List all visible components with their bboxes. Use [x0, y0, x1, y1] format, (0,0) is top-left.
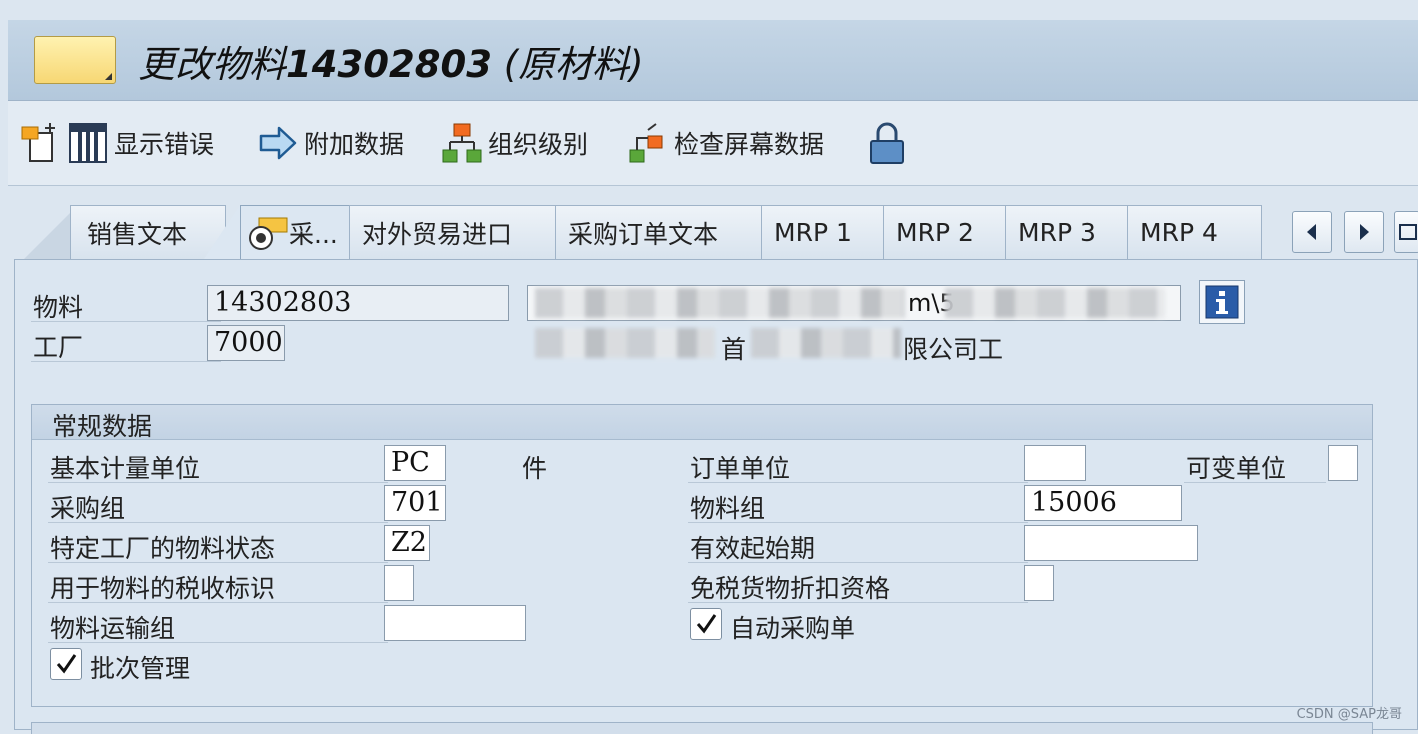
- plant-status-label: 特定工厂的物料状态: [50, 534, 276, 563]
- auto-po-checkbox[interactable]: [690, 608, 722, 640]
- material-label-line: [31, 321, 221, 322]
- main-area: 物料 14302803 工厂 7000 m\5 首 限公司工 常规数据 基本计量…: [14, 259, 1418, 734]
- base-uom-text: 件: [522, 454, 548, 483]
- new-document-icon: [21, 123, 55, 162]
- tab-list-icon: [1399, 224, 1417, 240]
- lock-button[interactable]: [868, 101, 912, 185]
- watermark: CSDN @SAP龙哥: [1296, 707, 1402, 722]
- plant-label: 工厂: [33, 333, 84, 362]
- lock-icon: [870, 122, 904, 164]
- redacted-description-2: [945, 288, 1165, 318]
- additional-data-label: 附加数据: [304, 130, 405, 159]
- valid-from-label: 有效起始期: [690, 534, 816, 563]
- freight-group-field[interactable]: [384, 605, 526, 641]
- tab-po-text[interactable]: 采购订单文本: [555, 205, 762, 259]
- tab-purchasing-label: 采...: [289, 219, 338, 249]
- tab-list-button[interactable]: [1394, 211, 1418, 253]
- general-data-group: 常规数据 基本计量单位 PC 件 订单单位 可变单位 采购组 701 物料组 1…: [31, 404, 1373, 707]
- org-levels-label: 组织级别: [488, 130, 589, 159]
- tab-scroll-left-button[interactable]: [1292, 211, 1332, 253]
- redacted-plant-desc: [535, 328, 715, 358]
- plant-field[interactable]: 7000: [207, 325, 285, 361]
- tab-purchasing[interactable]: 采...: [240, 205, 350, 259]
- application-toolbar: 显示错误 附加数据 组织级别 检查屏幕数据: [8, 101, 1418, 186]
- page-title: 更改物料14302803 (原材料): [138, 43, 644, 86]
- purchasing-group-label: 采购组: [50, 494, 126, 523]
- variable-unit-line: [1184, 482, 1326, 483]
- material-number-field[interactable]: 14302803: [207, 285, 509, 321]
- tab-mrp4[interactable]: MRP 4: [1127, 205, 1262, 259]
- order-unit-label: 订单单位: [690, 454, 791, 483]
- check-screen-data-button[interactable]: 检查屏幕数据: [628, 101, 824, 185]
- redacted-plant-desc-2: [751, 328, 901, 358]
- batch-management-label: 批次管理: [90, 654, 191, 683]
- menu-folder-icon[interactable]: [34, 36, 116, 84]
- tab-active-edge: [204, 205, 240, 259]
- checkmark-icon: [56, 654, 77, 674]
- checkmark-icon: [696, 614, 717, 634]
- material-group-line: [688, 522, 1028, 523]
- valid-from-line: [688, 562, 1028, 563]
- plant-status-line: [48, 562, 388, 563]
- show-errors-button[interactable]: 显示错误: [68, 101, 214, 185]
- purchasing-group-field[interactable]: 701: [384, 485, 446, 521]
- tax-exempt-line: [688, 602, 1028, 603]
- tax-indicator-line: [48, 602, 388, 603]
- arrow-right-icon: [259, 126, 297, 160]
- freight-group-line: [48, 642, 388, 643]
- info-icon: [1205, 285, 1239, 319]
- tab-foreign-trade-import[interactable]: 对外贸易进口: [349, 205, 556, 259]
- batch-management-checkbox[interactable]: [50, 648, 82, 680]
- tab-strip: 销售文本 采... 对外贸易进口 采购订单文本 MRP 1 MRP 2 MRP …: [14, 205, 1418, 261]
- material-group-field[interactable]: 15006: [1024, 485, 1182, 521]
- tax-indicator-field[interactable]: [384, 565, 414, 601]
- tax-exempt-field[interactable]: [1024, 565, 1054, 601]
- plant-desc-left-text: 首: [721, 335, 747, 364]
- freight-group-label: 物料运输组: [50, 614, 176, 643]
- redacted-description: [535, 288, 905, 318]
- plant-status-field[interactable]: Z2: [384, 525, 430, 561]
- order-unit-line: [688, 482, 1028, 483]
- purchasing-tab-icon: [249, 217, 288, 250]
- info-button[interactable]: [1199, 280, 1245, 324]
- material-group-label: 物料组: [690, 494, 766, 523]
- additional-data-button[interactable]: 附加数据: [258, 101, 404, 185]
- purchasing-group-line: [48, 522, 388, 523]
- tab-sales-text[interactable]: 销售文本: [70, 205, 226, 259]
- variable-unit-label: 可变单位: [1186, 454, 1287, 483]
- tab-mrp3[interactable]: MRP 3: [1005, 205, 1128, 259]
- check-screen-icon: [629, 123, 663, 163]
- tab-mrp2[interactable]: MRP 2: [883, 205, 1006, 259]
- order-unit-field[interactable]: [1024, 445, 1086, 481]
- table-list-icon: [69, 123, 107, 163]
- triangle-left-icon: [1307, 224, 1316, 240]
- variable-unit-field[interactable]: [1328, 445, 1358, 481]
- check-screen-label: 检查屏幕数据: [674, 130, 825, 159]
- base-uom-label: 基本计量单位: [50, 454, 201, 483]
- org-levels-button[interactable]: 组织级别: [442, 101, 588, 185]
- auto-po-label: 自动采购单: [730, 614, 856, 643]
- tab-mrp1[interactable]: MRP 1: [761, 205, 884, 259]
- valid-from-field[interactable]: [1024, 525, 1198, 561]
- next-group-edge: [31, 722, 1373, 734]
- title-bar: 更改物料14302803 (原材料): [8, 20, 1418, 101]
- plant-description-text: 限公司工: [903, 335, 1004, 364]
- general-data-header: 常规数据: [32, 405, 1372, 441]
- triangle-right-icon: [1360, 224, 1369, 240]
- show-errors-label: 显示错误: [114, 130, 215, 159]
- org-hierarchy-icon: [442, 123, 482, 163]
- plant-label-line: [31, 361, 221, 362]
- base-uom-field[interactable]: PC: [384, 445, 446, 481]
- base-uom-line: [48, 482, 388, 483]
- material-label: 物料: [33, 293, 84, 322]
- tax-indicator-label: 用于物料的税收标识: [50, 574, 276, 603]
- tax-exempt-label: 免税货物折扣资格: [690, 574, 891, 603]
- general-data-title: 常规数据: [52, 412, 153, 441]
- tab-scroll-right-button[interactable]: [1344, 211, 1384, 253]
- create-doc-button[interactable]: [20, 101, 66, 185]
